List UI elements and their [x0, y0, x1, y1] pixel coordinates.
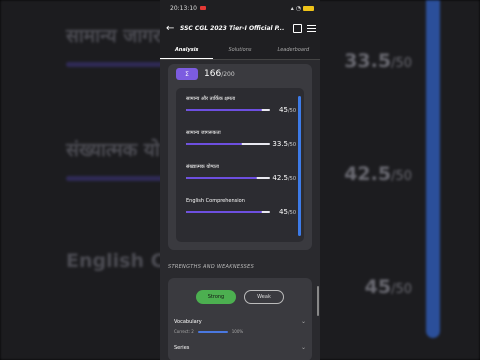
bg-label-2: संख्यात्मक यो	[66, 139, 160, 161]
strengths-card: Strong Weak Vocabulary ⌄ Correct: 2 100%…	[168, 278, 312, 360]
subject-score: 42.5/50	[272, 174, 296, 182]
bg-score-1: 33.5/50	[344, 50, 412, 72]
subject-item: सामान्य जागरूकता 33.5/50	[186, 130, 296, 148]
subject-breakdown: सामान्य और तार्किक क्षमता 45/50 सामान्य …	[176, 88, 304, 242]
document-icon[interactable]	[293, 23, 302, 33]
status-bar: 20:13:10 ▴ ◔	[160, 0, 320, 16]
subject-score: 33.5/50	[272, 140, 296, 148]
tab-leaderboard[interactable]: Leaderboard	[267, 40, 320, 59]
bg-score-3: 45/50	[364, 276, 412, 298]
subject-progress-fill	[186, 143, 243, 145]
topic-detail-percent: 100%	[231, 329, 244, 334]
subject-name: सामान्य और तार्किक क्षमता	[186, 96, 236, 102]
score-card: Σ 166/200 सामान्य और तार्किक क्षमता 45/5…	[168, 64, 312, 250]
subject-progress-fill	[186, 177, 258, 179]
subject-progress	[186, 211, 270, 213]
subject-name: English Comprehension	[186, 198, 245, 204]
topic-name: Vocabulary	[174, 318, 202, 325]
record-icon	[199, 6, 206, 10]
subject-item: सामान्य और तार्किक क्षमता 45/50	[186, 96, 296, 114]
total-score: 166/200	[204, 69, 235, 79]
subject-score: 45/50	[279, 106, 296, 114]
subject-item: English Comprehension 45/50	[186, 198, 296, 216]
bg-label-1: सामान्य जागर	[66, 25, 161, 47]
menu-icon[interactable]	[307, 24, 316, 32]
page-scrollbar[interactable]	[317, 286, 319, 316]
analysis-content: Σ 166/200 सामान्य और तार्किक क्षमता 45/5…	[160, 60, 320, 360]
tab-analysis[interactable]: Analysis	[160, 40, 214, 59]
wifi-icon: ◔	[295, 4, 301, 12]
topic-progress	[197, 330, 228, 333]
back-arrow-icon[interactable]: ←	[166, 23, 180, 34]
subject-score: 45/50	[279, 208, 296, 216]
app-title: SSC CGL 2023 Tier-I Official P...	[180, 24, 285, 32]
strong-button[interactable]: Strong	[196, 290, 236, 304]
bg-scrollbar	[426, 0, 440, 338]
topic-detail-text: Correct: 2	[174, 329, 194, 334]
signal-icon: ▴	[290, 4, 294, 12]
tab-solutions[interactable]: Solutions	[213, 40, 266, 59]
status-time: 20:13:10	[170, 4, 197, 12]
phone-screen: 20:13:10 ▴ ◔ ← SSC CGL 2023 Tier-I Offic…	[160, 0, 320, 360]
strengths-section-title: STRENGTHS AND WEAKNESSES	[168, 264, 255, 270]
subject-progress-fill	[186, 211, 262, 213]
battery-icon	[303, 5, 314, 11]
app-bar: ← SSC CGL 2023 Tier-I Official P...	[160, 16, 320, 40]
subject-name: सामान्य जागरूकता	[186, 130, 221, 136]
sum-badge: Σ	[176, 68, 198, 80]
subject-progress-fill	[186, 109, 262, 111]
topic-detail: Correct: 2 100%	[174, 329, 306, 334]
subject-name: संख्यात्मक योग्यता	[186, 164, 219, 170]
subject-progress	[186, 143, 270, 145]
subject-item: संख्यात्मक योग्यता 42.5/50	[186, 164, 296, 182]
chevron-down-icon[interactable]: ⌄	[301, 344, 306, 351]
breakdown-scrollbar[interactable]	[298, 96, 301, 236]
bg-score-2: 42.5/50	[344, 163, 412, 185]
chevron-down-icon[interactable]: ⌄	[301, 318, 306, 325]
topic-row[interactable]: Vocabulary ⌄	[174, 318, 306, 325]
subject-progress	[186, 109, 270, 111]
subject-progress	[186, 177, 270, 179]
topic-row[interactable]: Series ⌄	[174, 344, 306, 351]
topic-name: Series	[174, 344, 190, 351]
tab-bar: Analysis Solutions Leaderboard	[160, 40, 320, 60]
weak-button[interactable]: Weak	[244, 290, 284, 304]
